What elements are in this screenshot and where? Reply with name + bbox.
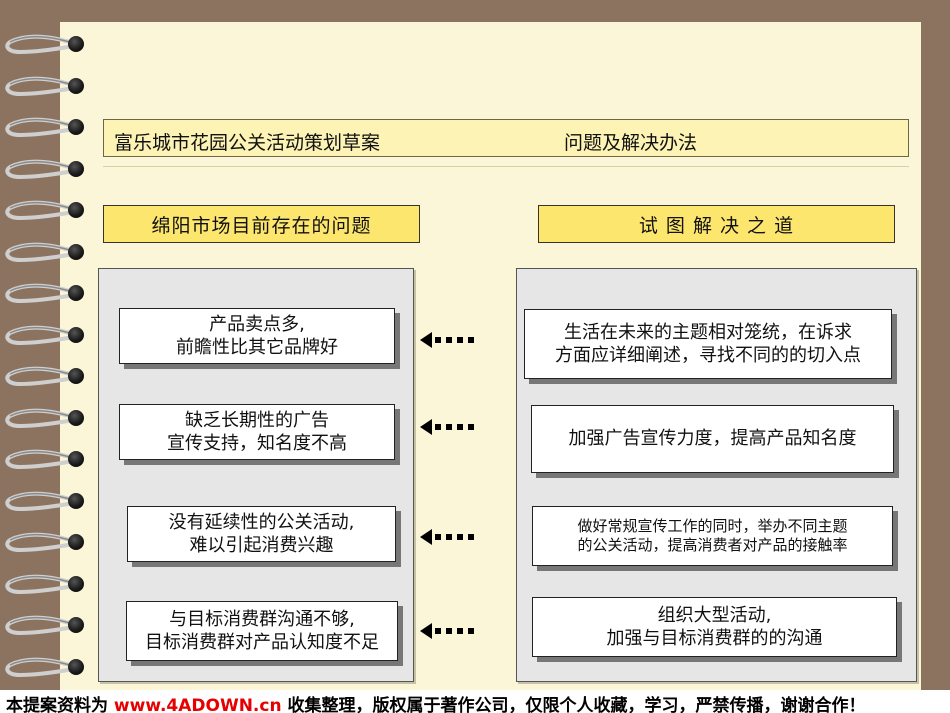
problem-text-line: 宣传支持，知名度不高 bbox=[167, 433, 347, 454]
spiral-ring-icon bbox=[5, 325, 78, 345]
solution-card-4: 组织大型活动, 加强与目标消费群的的沟通 bbox=[532, 597, 897, 657]
solution-text-line: 组织大型活动, bbox=[657, 604, 772, 626]
problems-column-title: 绵阳市场目前存在的问题 bbox=[103, 205, 420, 243]
problem-card-3: 没有延续性的公关活动, 难以引起消费兴趣 bbox=[127, 506, 396, 562]
header-subtitle: 问题及解决办法 bbox=[564, 132, 698, 154]
spiral-ring-icon bbox=[5, 574, 78, 594]
punch-hole-icon bbox=[68, 160, 84, 177]
spiral-ring-icon bbox=[5, 366, 78, 387]
punch-hole-icon bbox=[68, 119, 84, 135]
problem-text-line: 前瞻性比其它品牌好 bbox=[176, 337, 338, 358]
spiral-ring-icon bbox=[5, 200, 78, 221]
punch-hole-icon bbox=[68, 202, 84, 218]
punch-hole-icon bbox=[68, 285, 84, 301]
spiral-ring-icon bbox=[5, 615, 78, 636]
spiral-ring-icon bbox=[5, 408, 78, 428]
problem-text-line: 缺乏长期性的广告 bbox=[185, 409, 329, 431]
punch-hole-icon bbox=[68, 409, 84, 426]
punch-hole-icon bbox=[68, 451, 84, 467]
problem-text-line: 与目标消费群沟通不够, bbox=[169, 608, 355, 630]
punch-hole-icon bbox=[68, 658, 84, 675]
header-title: 富乐城市花园公关活动策划草案 bbox=[114, 132, 381, 154]
dotted-arrow-left-icon bbox=[420, 529, 474, 545]
solutions-column-title: 试 图 解 决 之 道 bbox=[538, 205, 895, 243]
solution-text-line: 的公关活动，提高消费者对产品的接触率 bbox=[577, 536, 848, 554]
punch-hole-icon bbox=[68, 326, 84, 343]
dotted-arrow-left-icon bbox=[420, 623, 474, 639]
divider-line bbox=[103, 166, 909, 167]
problem-card-4: 与目标消费群沟通不够, 目标消费群对产品认知度不足 bbox=[126, 601, 398, 661]
solution-card-2: 加强广告宣传力度，提高产品知名度 bbox=[531, 405, 894, 473]
solution-text-line: 加强广告宣传力度，提高产品知名度 bbox=[568, 428, 857, 450]
problem-card-1: 产品卖点多, 前瞻性比其它品牌好 bbox=[119, 308, 395, 364]
punch-hole-icon bbox=[68, 243, 84, 260]
problem-card-2: 缺乏长期性的广告 宣传支持，知名度不高 bbox=[119, 404, 395, 460]
footer-text: 本提案资料为 bbox=[6, 696, 114, 713]
spiral-ring-icon bbox=[5, 34, 78, 55]
spiral-ring-icon bbox=[5, 449, 78, 470]
problem-text-line: 难以引起消费兴趣 bbox=[189, 535, 334, 556]
footer-brand-link[interactable]: www.4ADOWN.cn bbox=[114, 696, 282, 713]
solution-text-line: 方面应详细阐述，寻找不同的的切入点 bbox=[555, 345, 861, 366]
header-bar: 富乐城市花园公关活动策划草案 问题及解决办法 bbox=[103, 119, 909, 157]
punch-hole-icon bbox=[68, 36, 84, 52]
footer-notice: 本提案资料为 www.4ADOWN.cn 收集整理，版权属于著作公司，仅限个人收… bbox=[0, 690, 950, 713]
solution-text-line: 生活在未来的主题相对笼统，在诉求 bbox=[564, 321, 852, 343]
punch-hole-icon bbox=[68, 77, 84, 94]
dotted-arrow-left-icon bbox=[420, 419, 474, 435]
problem-text-line: 产品卖点多, bbox=[209, 313, 305, 335]
spiral-ring-icon bbox=[5, 657, 78, 677]
spiral-ring-icon bbox=[5, 242, 78, 262]
spiral-ring-icon bbox=[5, 76, 78, 96]
spiral-ring-icon bbox=[5, 532, 78, 553]
solution-text-line: 加强与目标消费群的的沟通 bbox=[606, 628, 823, 649]
footer-text: 收集整理，版权属于著作公司，仅限个人收藏，学习，严禁传播，谢谢合作！ bbox=[281, 696, 866, 713]
punch-hole-icon bbox=[68, 617, 84, 633]
solution-card-3: 做好常规宣传工作的同时，举办不同主题 的公关活动，提高消费者对产品的接触率 bbox=[532, 506, 893, 566]
spiral-ring-icon bbox=[5, 159, 78, 179]
solution-card-1: 生活在未来的主题相对笼统，在诉求 方面应详细阐述，寻找不同的的切入点 bbox=[524, 309, 892, 379]
spiral-ring-icon bbox=[5, 283, 78, 304]
solution-text-line: 做好常规宣传工作的同时，举办不同主题 bbox=[577, 516, 848, 535]
spiral-ring-icon bbox=[5, 491, 78, 511]
punch-hole-icon bbox=[68, 368, 84, 384]
punch-hole-icon bbox=[68, 575, 84, 592]
dotted-arrow-left-icon bbox=[420, 332, 474, 348]
punch-hole-icon bbox=[68, 534, 84, 550]
spiral-ring-icon bbox=[5, 117, 78, 138]
punch-hole-icon bbox=[68, 492, 84, 509]
problem-text-line: 目标消费群对产品认知度不足 bbox=[145, 632, 379, 653]
problem-text-line: 没有延续性的公关活动, bbox=[168, 511, 355, 533]
